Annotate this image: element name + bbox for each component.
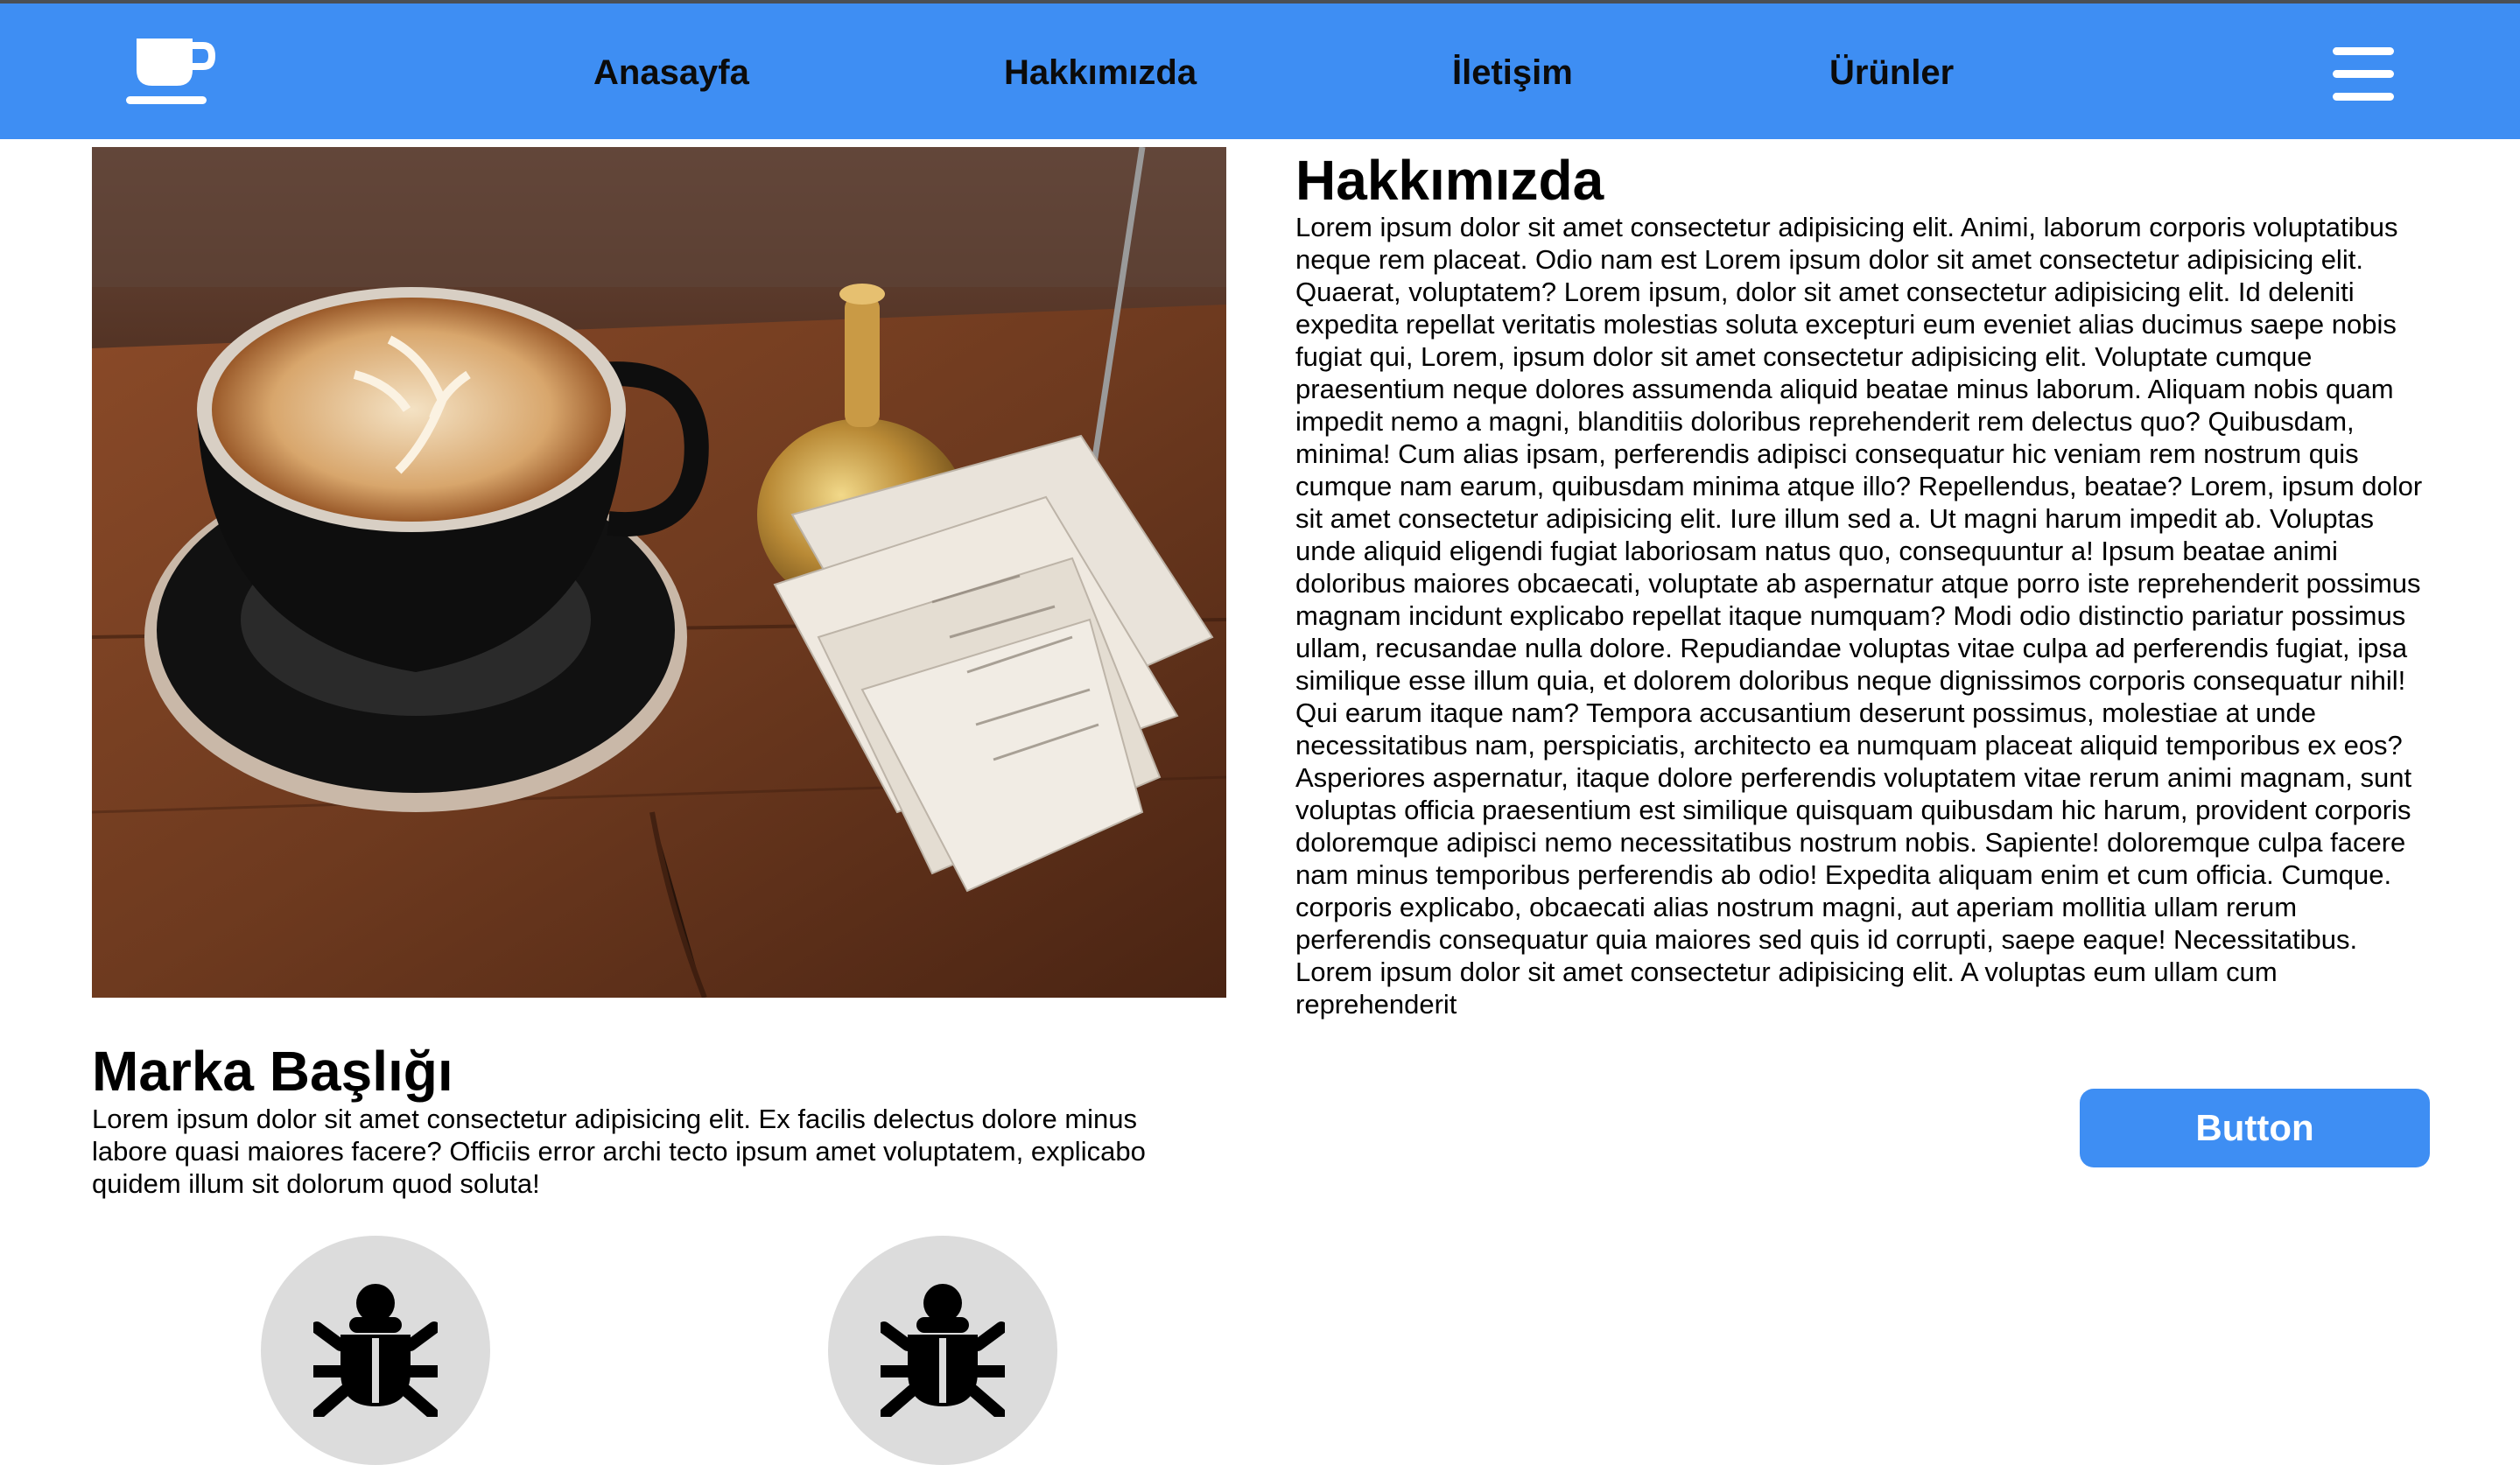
primary-button[interactable]: Button	[2080, 1089, 2430, 1167]
nav-link-urunler[interactable]: Ürünler	[1829, 53, 1954, 93]
feature-card-2[interactable]	[828, 1236, 1057, 1465]
bug-icon	[313, 1284, 438, 1417]
feature-card-1[interactable]	[261, 1236, 490, 1465]
navbar: Anasayfa Hakkımızda İletişim Ürünler	[0, 4, 2520, 139]
brand-title: Marka Başlığı	[92, 1040, 453, 1103]
hamburger-menu-icon[interactable]	[2333, 47, 2394, 102]
nav-link-hakkimizda[interactable]: Hakkımızda	[1004, 53, 1197, 93]
about-title: Hakkımızda	[1295, 149, 1604, 212]
nav-link-iletisim[interactable]: İletişim	[1452, 53, 1573, 93]
nav-link-anasayfa[interactable]: Anasayfa	[593, 53, 749, 93]
about-description: Lorem ipsum dolor sit amet consectetur a…	[1295, 212, 2423, 1020]
bug-icon	[881, 1284, 1005, 1417]
coffee-cup-icon[interactable]	[123, 35, 219, 109]
brand-description: Lorem ipsum dolor sit amet consectetur a…	[92, 1104, 1146, 1199]
coffee-photo	[92, 147, 1226, 998]
